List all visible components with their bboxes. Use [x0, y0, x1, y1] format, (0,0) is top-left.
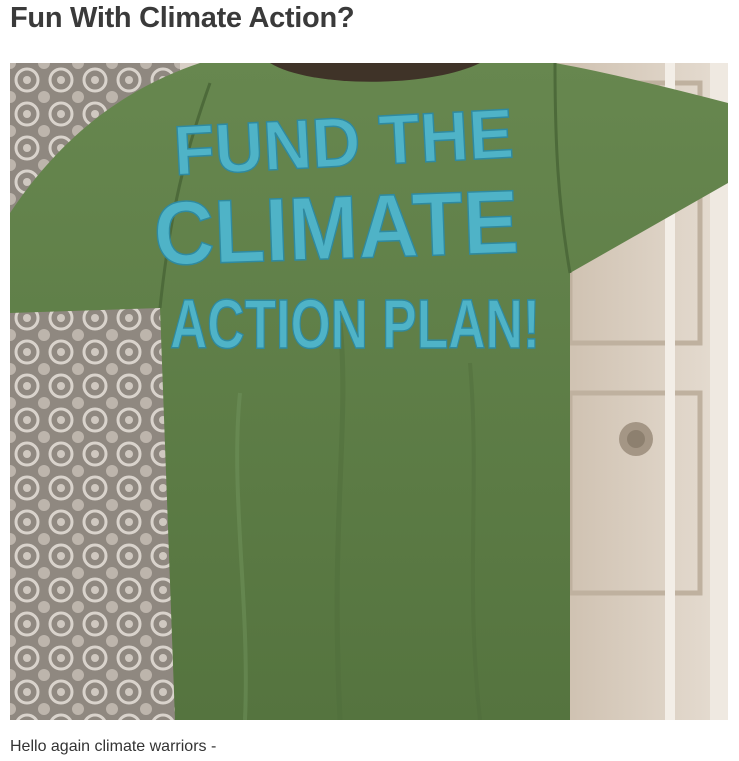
- post-intro-text: Hello again climate warriors -: [10, 738, 217, 755]
- shirt-slogan-line3: ACTION PLAN!: [170, 285, 540, 363]
- shirt-slogan-line2: CLIMATE: [152, 172, 520, 285]
- post-photo: FUND THE CLIMATE ACTION PLAN!: [10, 63, 728, 720]
- post-title: Fun With Climate Action?: [10, 2, 355, 34]
